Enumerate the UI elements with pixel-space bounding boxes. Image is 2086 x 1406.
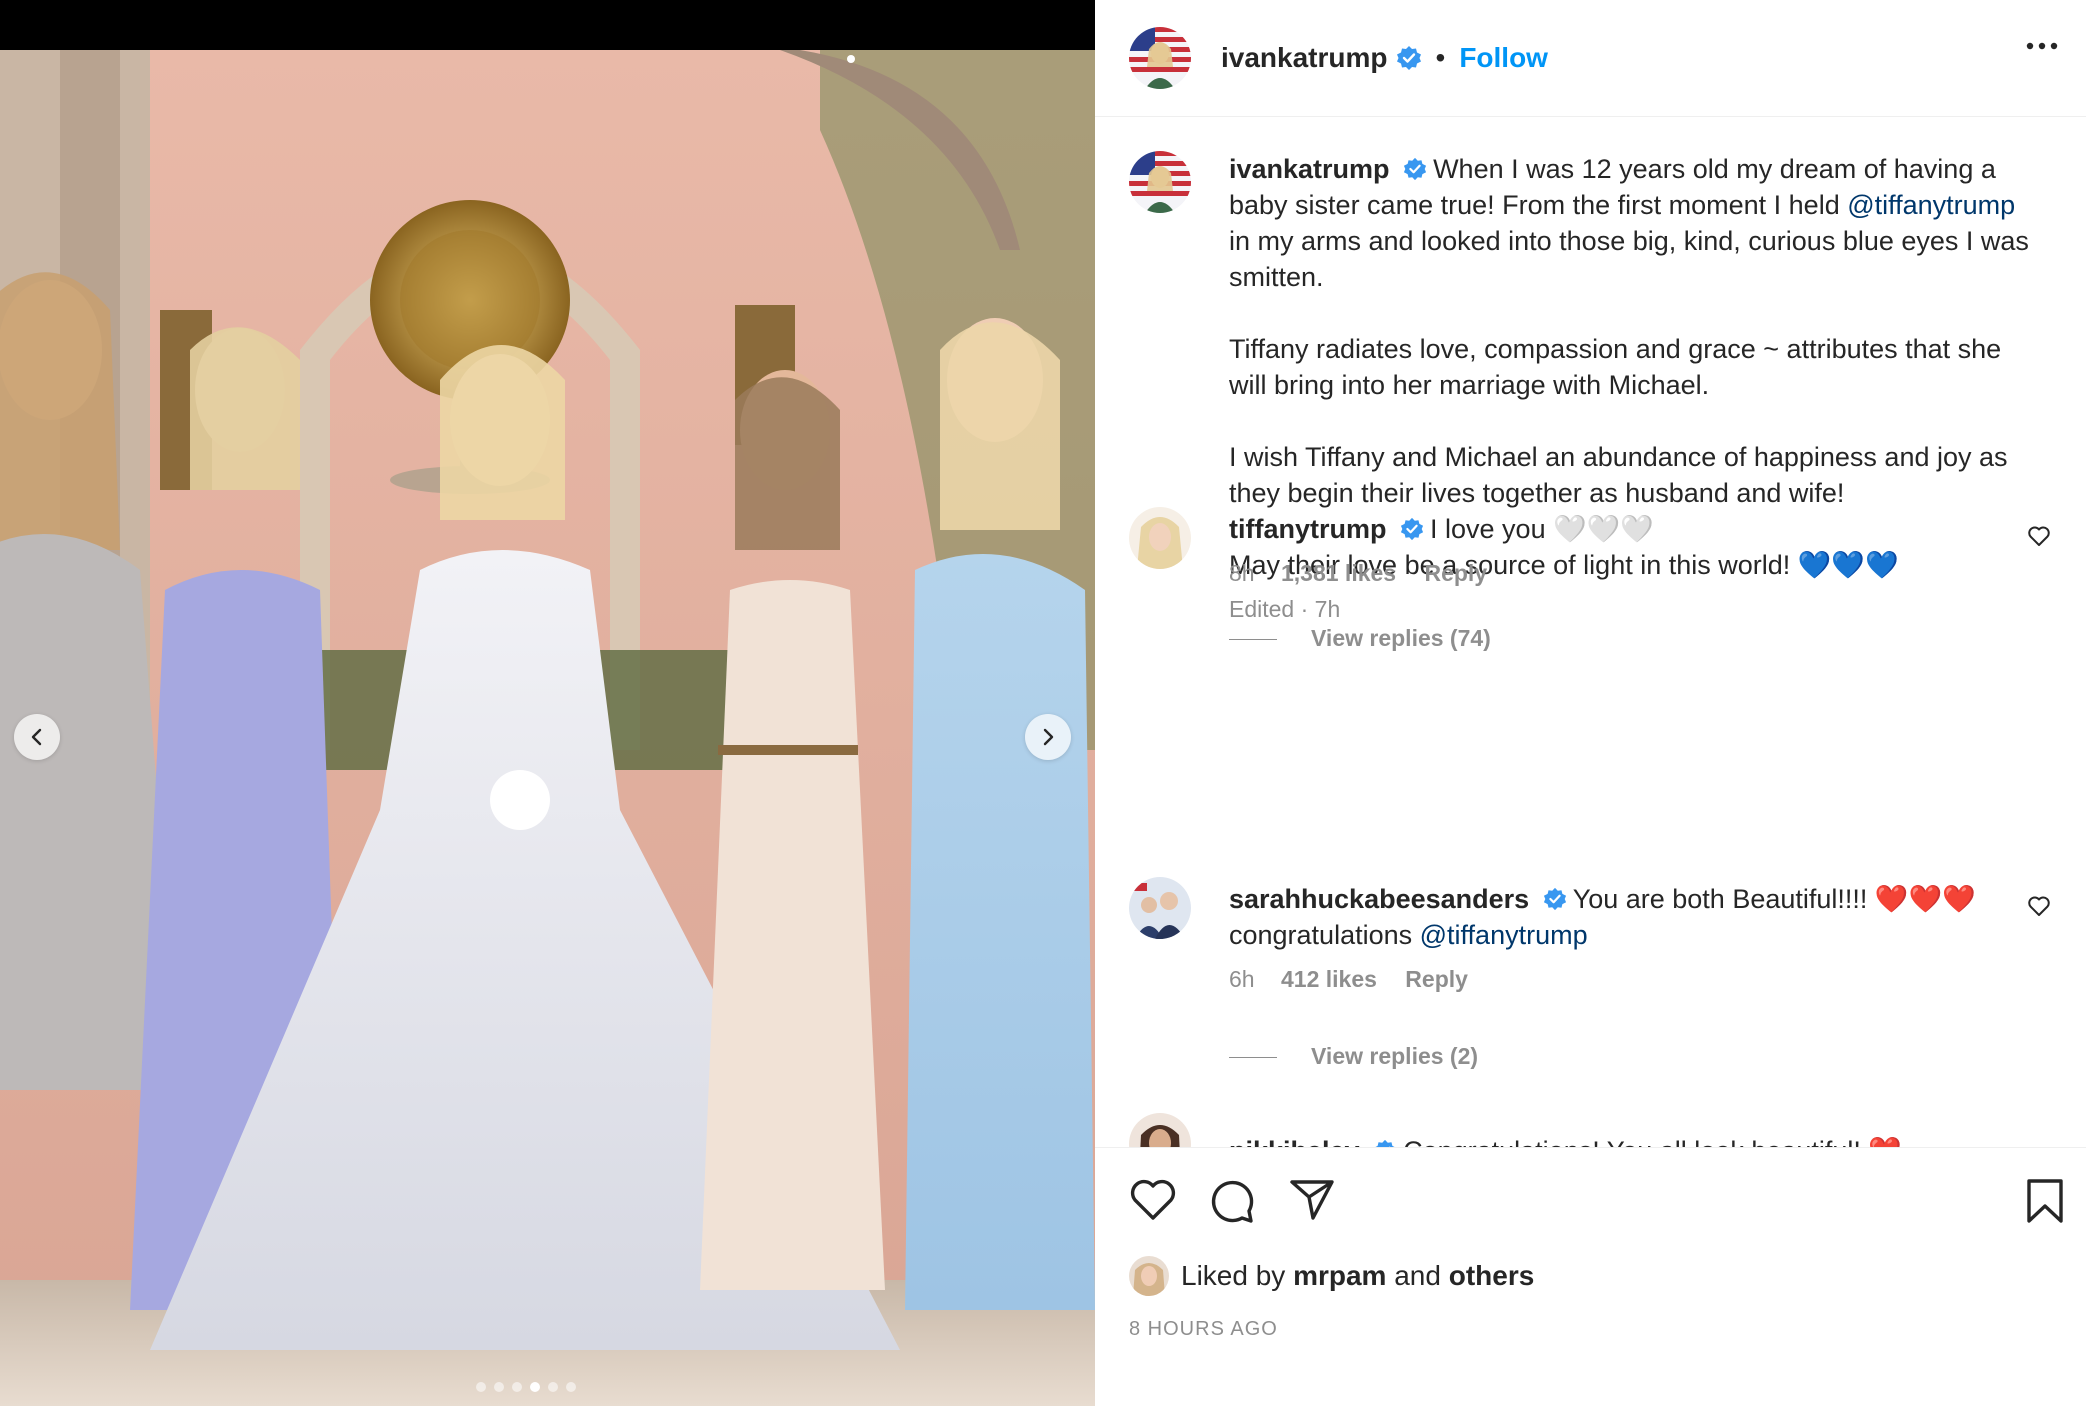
comment-likes[interactable]: 412 likes [1281,966,1377,992]
media-indicator-dot [847,55,855,63]
carousel-dot [512,1382,522,1392]
view-replies-button[interactable]: View replies (74) [1229,625,1491,652]
divider-line [1229,639,1277,641]
comment-text: Congratulations! You all look beautiful!… [1403,1136,1902,1147]
view-replies-label: View replies (2) [1311,1043,1479,1069]
liked-prefix: Liked by [1181,1260,1286,1291]
verified-icon [1396,46,1421,70]
view-replies-label: View replies (74) [1311,625,1491,651]
comment-text: congratulations [1229,920,1420,950]
more-icon[interactable] [2026,42,2058,50]
media-top-bar [0,0,1095,50]
post-media[interactable] [0,0,1095,1406]
heart-icon[interactable] [2027,895,2051,917]
bookmark-icon[interactable] [2025,1178,2065,1224]
mention-link[interactable]: @tiffanytrump [1420,920,1588,950]
comment-text: I love you 🤍🤍🤍 [1430,514,1654,544]
comment-username[interactable]: tiffanytrump [1229,514,1387,544]
author-avatar[interactable] [1129,27,1191,89]
caption-paragraph: I wish Tiffany and Michael an abundance … [1229,442,2008,508]
commenter-avatar[interactable] [1129,507,1191,569]
carousel-dots [476,1382,576,1392]
carousel-dot [476,1382,486,1392]
verified-icon [1404,157,1427,180]
author-username[interactable]: ivankatrump [1221,42,1388,74]
wedding-photo [0,50,1095,1406]
mention-link[interactable]: @tiffanytrump [1847,190,2015,220]
next-button[interactable] [1025,714,1071,760]
verified-icon [1543,887,1566,910]
comment-time: 8h [1229,560,1255,586]
caption-username[interactable]: ivankatrump [1229,154,1390,184]
follow-button[interactable]: Follow [1459,42,1548,74]
share-icon[interactable] [1289,1178,1335,1222]
liker-avatar [1129,1256,1169,1296]
previous-button[interactable] [14,714,60,760]
comment-text: You are both Beautiful!!!! ❤️❤️❤️ [1572,884,1976,914]
commenter-avatar[interactable] [1129,877,1191,939]
comment-username[interactable]: sarahhuckabeesanders [1229,884,1529,914]
divider-line [1229,1057,1277,1059]
post-timestamp[interactable]: 8 HOURS AGO [1129,1318,1278,1341]
caption-text: in my arms and looked into those big, ki… [1229,226,2029,292]
post-panel: ivankatrump • Follow ivankatrump When I … [1095,0,2086,1406]
comment-time: 6h [1229,966,1255,992]
post-header: ivankatrump • Follow [1095,0,2086,117]
liked-by[interactable]: Liked by mrpam and others [1129,1256,1534,1296]
liked-others[interactable]: others [1449,1260,1535,1292]
action-bar: Liked by mrpam and others 8 HOURS AGO [1095,1148,2086,1406]
verified-icon [1375,1139,1395,1147]
chevron-right-icon [1043,728,1054,746]
heart-icon[interactable] [2027,525,2051,547]
comments-list[interactable]: ivankatrump When I was 12 years old my d… [1095,117,2086,1147]
carousel-dot [494,1382,504,1392]
caption-paragraph: Tiffany radiates love, compassion and gr… [1229,334,2002,400]
chevron-left-icon [31,728,42,746]
heart-icon[interactable] [1129,1178,1177,1222]
caption-meta: Edited · 7h [1229,596,1341,622]
caption-avatar[interactable] [1129,151,1191,213]
liked-and: and [1394,1260,1441,1291]
reply-button[interactable]: Reply [1424,560,1487,586]
verified-icon [1400,517,1424,540]
view-replies-button[interactable]: View replies (2) [1229,1043,1478,1070]
commenter-avatar[interactable] [1129,1113,1191,1147]
comment-likes[interactable]: 1,381 likes [1281,560,1396,586]
carousel-dot [548,1382,558,1392]
comment-username[interactable]: nikkihaley [1229,1136,1360,1147]
separator-dot: • [1435,42,1446,73]
liked-user[interactable]: mrpam [1293,1260,1386,1292]
carousel-dot-active [530,1382,540,1392]
comment-icon[interactable] [1209,1178,1255,1224]
reply-button[interactable]: Reply [1405,966,1468,992]
carousel-dot [566,1382,576,1392]
